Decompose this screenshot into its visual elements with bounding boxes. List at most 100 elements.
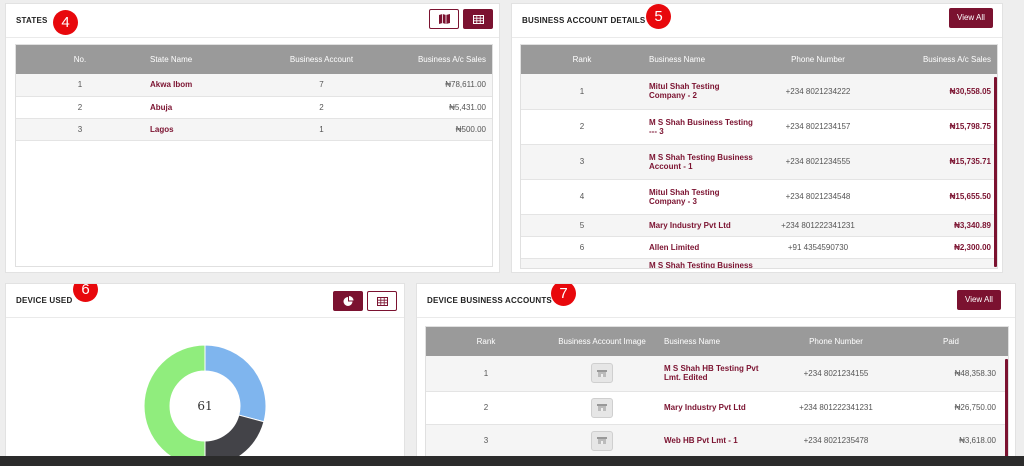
taskbar bbox=[0, 456, 1024, 466]
business-details-scrollbar[interactable] bbox=[994, 77, 997, 267]
row-rank: 6 bbox=[521, 236, 643, 259]
row-phone: +234 801222341231 bbox=[763, 214, 873, 237]
row-sales bbox=[873, 258, 997, 268]
table-icon bbox=[472, 14, 484, 24]
row-sales: ₦15,735.71 bbox=[873, 144, 997, 180]
row-sales: ₦500.00 bbox=[379, 118, 492, 141]
col-business-sales: Business A/c Sales bbox=[379, 45, 492, 74]
business-link[interactable]: Mitul Shah Testing Company - 3 bbox=[643, 179, 763, 215]
device-used-header: DEVICE USED 6 bbox=[6, 284, 404, 318]
row-sales: ₦2,300.00 bbox=[873, 236, 997, 259]
row-image bbox=[546, 391, 658, 425]
business-link[interactable]: M S Shah Business Testing --- 3 bbox=[643, 109, 763, 145]
row-rank: 3 bbox=[426, 424, 546, 458]
chart-view-button[interactable] bbox=[333, 291, 363, 311]
table-row: 3 M S Shah Testing Business Account - 1 … bbox=[521, 144, 997, 180]
table-row: 5 Mary Industry Pvt Ltd +234 80122234123… bbox=[521, 214, 997, 237]
col-business-image: Business Account Image bbox=[546, 327, 658, 356]
table-row: 1 Akwa Ibom 7 ₦78,611.00 bbox=[16, 74, 492, 97]
row-image bbox=[546, 356, 658, 392]
business-details-title: BUSINESS ACCOUNT DETAILS bbox=[522, 16, 646, 25]
table-row: M S Shah Testing Business bbox=[521, 258, 997, 268]
state-link[interactable]: Lagos bbox=[144, 118, 264, 141]
row-phone: +234 8021234222 bbox=[763, 74, 873, 110]
col-state-name: State Name bbox=[144, 45, 264, 74]
row-phone bbox=[763, 258, 873, 268]
state-link[interactable]: Akwa Ibom bbox=[144, 74, 264, 97]
business-link[interactable]: M S Shah Testing Business Account - 1 bbox=[643, 144, 763, 180]
row-no: 3 bbox=[16, 118, 144, 141]
table-row: 3 Web HB Pvt Lmt - 1 +234 8021235478 ₦3,… bbox=[426, 424, 1008, 458]
row-sales: ₦15,655.50 bbox=[873, 179, 997, 215]
map-view-button[interactable] bbox=[429, 9, 459, 29]
table-row: 1 M S Shah HB Testing Pvt Lmt. Edited +2… bbox=[426, 356, 1008, 392]
table-view-button[interactable] bbox=[367, 291, 397, 311]
col-business-name: Business Name bbox=[658, 327, 778, 356]
row-phone: +234 8021234555 bbox=[763, 144, 873, 180]
business-view-all-button[interactable]: View All bbox=[949, 8, 993, 28]
row-accounts: 7 bbox=[264, 74, 379, 97]
device-accounts-scrollbar[interactable] bbox=[1005, 359, 1008, 462]
row-no: 2 bbox=[16, 96, 144, 119]
states-table: No. State Name Business Account Business… bbox=[16, 45, 492, 141]
col-phone: Phone Number bbox=[763, 45, 873, 74]
row-sales: ₦78,611.00 bbox=[379, 74, 492, 97]
row-sales: ₦30,558.05 bbox=[873, 74, 997, 110]
store-icon bbox=[597, 369, 607, 377]
device-used-badge: 6 bbox=[73, 284, 98, 302]
row-sales: ₦5,431.00 bbox=[379, 96, 492, 119]
row-accounts: 1 bbox=[264, 118, 379, 141]
table-row: 2 M S Shah Business Testing --- 3 +234 8… bbox=[521, 109, 997, 145]
business-image[interactable] bbox=[591, 430, 613, 451]
row-phone: +234 8021235478 bbox=[778, 424, 894, 458]
row-phone: +91 4354590730 bbox=[763, 236, 873, 259]
row-rank: 4 bbox=[521, 179, 643, 215]
donut-center-value: 61 bbox=[197, 399, 212, 413]
business-details-badge: 5 bbox=[646, 4, 671, 29]
row-paid: ₦26,750.00 bbox=[894, 391, 1008, 425]
business-link[interactable]: Mary Industry Pvt Ltd bbox=[658, 391, 778, 425]
row-rank: 1 bbox=[521, 74, 643, 110]
table-row: 3 Lagos 1 ₦500.00 bbox=[16, 118, 492, 141]
business-image[interactable] bbox=[591, 363, 613, 384]
device-accounts-table: Rank Business Account Image Business Nam… bbox=[426, 327, 1008, 458]
business-link[interactable]: Mary Industry Pvt Ltd bbox=[643, 214, 763, 237]
row-phone: +234 801222341231 bbox=[778, 391, 894, 425]
row-phone: +234 8021234157 bbox=[763, 109, 873, 145]
table-row: 1 Mitul Shah Testing Company - 2 +234 80… bbox=[521, 74, 997, 110]
business-image[interactable] bbox=[591, 397, 613, 418]
business-link[interactable]: Web HB Pvt Lmt - 1 bbox=[658, 424, 778, 458]
table-view-button[interactable] bbox=[463, 9, 493, 29]
col-business-name: Business Name bbox=[643, 45, 763, 74]
col-business-sales: Business A/c Sales bbox=[873, 45, 997, 74]
table-row: 2 Mary Industry Pvt Ltd +234 80122234123… bbox=[426, 391, 1008, 425]
row-rank: 2 bbox=[426, 391, 546, 425]
business-link[interactable]: M S Shah Testing Business bbox=[643, 258, 763, 268]
states-panel: STATES 4 No. State Name Business Account… bbox=[5, 3, 500, 273]
business-link[interactable]: M S Shah HB Testing Pvt Lmt. Edited bbox=[658, 356, 778, 392]
state-link[interactable]: Abuja bbox=[144, 96, 264, 119]
row-image bbox=[546, 424, 658, 458]
col-rank: Rank bbox=[521, 45, 643, 74]
states-badge: 4 bbox=[53, 10, 78, 35]
row-sales: ₦15,798.75 bbox=[873, 109, 997, 145]
table-icon bbox=[376, 296, 388, 306]
device-view-all-button[interactable]: View All bbox=[957, 290, 1001, 310]
store-icon bbox=[597, 437, 607, 444]
donut-segment-blue[interactable] bbox=[204, 344, 267, 423]
col-rank: Rank bbox=[426, 327, 546, 356]
col-paid: Paid bbox=[894, 327, 1008, 356]
business-link[interactable]: Mitul Shah Testing Company - 2 bbox=[643, 74, 763, 110]
device-donut-chart: 61 bbox=[143, 344, 267, 463]
business-details-table: Rank Business Name Phone Number Business… bbox=[521, 45, 997, 268]
states-header: STATES 4 bbox=[6, 4, 499, 38]
business-link[interactable]: Allen Limited bbox=[643, 236, 763, 259]
pie-chart-icon bbox=[343, 295, 353, 306]
row-paid: ₦48,358.30 bbox=[894, 356, 1008, 392]
donut-segment-green[interactable] bbox=[143, 344, 206, 463]
row-rank bbox=[521, 258, 643, 268]
device-accounts-table-wrap: Rank Business Account Image Business Nam… bbox=[425, 326, 1009, 462]
states-table-wrap: No. State Name Business Account Business… bbox=[15, 44, 493, 267]
row-paid: ₦3,618.00 bbox=[894, 424, 1008, 458]
device-accounts-header: DEVICE BUSINESS ACCOUNTS 7 View All bbox=[417, 284, 1015, 318]
